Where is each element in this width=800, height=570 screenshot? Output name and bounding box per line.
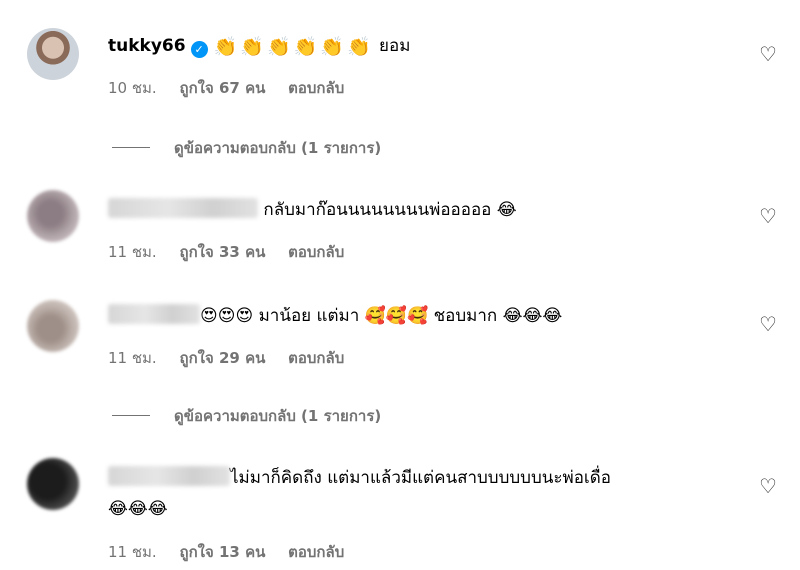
comment-text-line-2: 😂😂😂 bbox=[108, 497, 168, 521]
smiling-hearts-emojis: 🥰🥰🥰 bbox=[364, 306, 429, 326]
comment-time[interactable]: 10 ชม. bbox=[108, 79, 157, 97]
comment-text-line: ไม่มาก็คิดถึง แต่มาแล้วมีแต่คนสาบบบบบบนะ… bbox=[108, 466, 611, 490]
clap-emoji: 👏 bbox=[320, 36, 344, 58]
comment-meta: 10 ชม. ถูกใจ 67 คน ตอบกลับ bbox=[108, 76, 362, 100]
view-replies-button[interactable]: ดูข้อความตอบกลับ (1 รายการ) bbox=[112, 136, 381, 160]
laughing-emojis: 😂😂😂 bbox=[108, 499, 168, 519]
view-replies-label: ดูข้อความตอบกลับ (1 รายการ) bbox=[174, 407, 382, 425]
likes-count[interactable]: ถูกใจ 29 คน bbox=[179, 349, 265, 367]
like-heart-icon[interactable]: ♡ bbox=[759, 476, 777, 496]
view-replies-label: ดูข้อความตอบกลับ (1 รายการ) bbox=[174, 139, 382, 157]
avatar[interactable] bbox=[27, 300, 79, 352]
reply-button[interactable]: ตอบกลับ bbox=[288, 349, 344, 367]
heart-eyes-emojis: 😍😍😍 bbox=[200, 306, 254, 326]
clap-emoji: 👏 bbox=[293, 36, 318, 58]
like-heart-icon[interactable]: ♡ bbox=[759, 44, 777, 64]
clap-emoji: 👏 bbox=[346, 36, 371, 58]
divider-line bbox=[112, 415, 150, 416]
like-heart-icon[interactable]: ♡ bbox=[759, 206, 777, 226]
clap-emoji: 👏 bbox=[213, 36, 238, 58]
avatar[interactable] bbox=[27, 28, 79, 80]
reply-button[interactable]: ตอบกลับ bbox=[288, 79, 344, 97]
comment-text: ชอบมาก bbox=[428, 306, 503, 326]
laughing-emojis: 😂😂😂 bbox=[502, 306, 563, 326]
clap-emoji: 👏 bbox=[240, 36, 264, 58]
like-heart-icon[interactable]: ♡ bbox=[759, 314, 777, 334]
likes-count[interactable]: ถูกใจ 13 คน bbox=[179, 543, 265, 561]
avatar[interactable] bbox=[27, 190, 79, 242]
comment-meta: 11 ชม. ถูกใจ 13 คน ตอบกลับ bbox=[108, 540, 362, 564]
avatar[interactable] bbox=[27, 458, 79, 510]
comment-text: ยอม bbox=[379, 36, 411, 56]
reply-button[interactable]: ตอบกลับ bbox=[288, 243, 344, 261]
comment-time[interactable]: 11 ชม. bbox=[108, 243, 157, 261]
username[interactable]: tukky66 bbox=[108, 36, 186, 56]
username-blurred[interactable] bbox=[108, 304, 200, 324]
username-blurred[interactable] bbox=[108, 466, 230, 486]
view-replies-button[interactable]: ดูข้อความตอบกลับ (1 รายการ) bbox=[112, 404, 381, 428]
reply-button[interactable]: ตอบกลับ bbox=[288, 543, 344, 561]
likes-count[interactable]: ถูกใจ 33 คน bbox=[179, 243, 265, 261]
comment-text: กลับมาก๊อนนนนนนนนพ่อออออ 😂 bbox=[263, 200, 517, 220]
comment-text-line: กลับมาก๊อนนนนนนนนพ่อออออ 😂 bbox=[108, 198, 517, 222]
clap-emoji: 👏 bbox=[266, 36, 291, 58]
comment-time[interactable]: 11 ชม. bbox=[108, 349, 157, 367]
comment-text-line: tukky66 ✓ 👏 👏 👏 👏 👏 👏 ยอม bbox=[108, 34, 410, 58]
comment-text: มาน้อย แต่มา bbox=[253, 306, 365, 326]
comment-text-line: 😍😍😍 มาน้อย แต่มา 🥰🥰🥰 ชอบมาก 😂😂😂 bbox=[108, 304, 562, 328]
comment-time[interactable]: 11 ชม. bbox=[108, 543, 157, 561]
comment-meta: 11 ชม. ถูกใจ 33 คน ตอบกลับ bbox=[108, 240, 362, 264]
comment-text: ไม่มาก็คิดถึง แต่มาแล้วมีแต่คนสาบบบบบบนะ… bbox=[230, 468, 611, 488]
username-blurred[interactable] bbox=[108, 198, 258, 218]
verified-icon: ✓ bbox=[190, 41, 208, 58]
comment-meta: 11 ชม. ถูกใจ 29 คน ตอบกลับ bbox=[108, 346, 362, 370]
likes-count[interactable]: ถูกใจ 67 คน bbox=[179, 79, 265, 97]
divider-line bbox=[112, 147, 150, 148]
